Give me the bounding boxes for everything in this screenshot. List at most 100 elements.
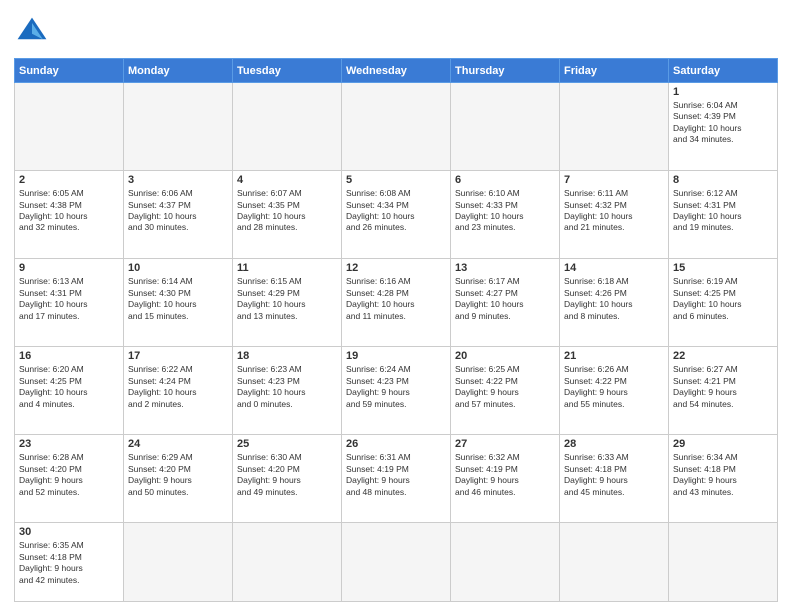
- calendar-header-sunday: Sunday: [15, 59, 124, 83]
- day-number: 14: [564, 262, 664, 274]
- calendar-header-wednesday: Wednesday: [342, 59, 451, 83]
- calendar: SundayMondayTuesdayWednesdayThursdayFrid…: [14, 58, 778, 602]
- day-number: 28: [564, 438, 664, 450]
- day-info: Sunrise: 6:31 AM Sunset: 4:19 PM Dayligh…: [346, 452, 446, 498]
- day-number: 15: [673, 262, 773, 274]
- calendar-cell: 29Sunrise: 6:34 AM Sunset: 4:18 PM Dayli…: [669, 435, 778, 523]
- calendar-cell: 25Sunrise: 6:30 AM Sunset: 4:20 PM Dayli…: [233, 435, 342, 523]
- calendar-week-row: 23 Sunrise: 6:28 AM Sunset: 4:20 PM Dayli…: [15, 435, 778, 523]
- header: [14, 14, 778, 50]
- calendar-header-thursday: Thursday: [451, 59, 560, 83]
- day-info: Sunrise: 6:24 AM Sunset: 4:23 PM Dayligh…: [346, 364, 446, 410]
- day-info: Sunrise: 6:20 AM Sunset: 4:25 PM Dayligh…: [19, 364, 119, 410]
- day-info: Sunrise: 6:27 AM Sunset: 4:21 PM Dayligh…: [673, 364, 773, 410]
- calendar-cell: 16 Sunrise: 6:20 AM Sunset: 4:25 PM Dayli…: [15, 347, 124, 435]
- day-number: 26: [346, 438, 446, 450]
- day-info: Sunrise: 6:14 AM Sunset: 4:30 PM Dayligh…: [128, 276, 228, 322]
- day-number: 21: [564, 350, 664, 362]
- day-number: 8: [673, 174, 773, 186]
- day-number: 30: [19, 526, 119, 538]
- calendar-cell: 24 Sunrise: 6:29 AM Sunset: 4:20 PM Dayli…: [124, 435, 233, 523]
- calendar-cell: 21 Sunrise: 6:26 AM Sunset: 4:22 PM Dayli…: [560, 347, 669, 435]
- calendar-cell: 1Sunrise: 6:04 AM Sunset: 4:39 PM Daylig…: [669, 83, 778, 171]
- day-info: Sunrise: 6:22 AM Sunset: 4:24 PM Dayligh…: [128, 364, 228, 410]
- day-number: 27: [455, 438, 555, 450]
- calendar-header-row: SundayMondayTuesdayWednesdayThursdayFrid…: [15, 59, 778, 83]
- calendar-header-monday: Monday: [124, 59, 233, 83]
- day-number: 11: [237, 262, 337, 274]
- calendar-cell: [233, 523, 342, 602]
- calendar-cell: 26 Sunrise: 6:31 AM Sunset: 4:19 PM Dayli…: [342, 435, 451, 523]
- calendar-cell: 19 Sunrise: 6:24 AM Sunset: 4:23 PM Dayli…: [342, 347, 451, 435]
- calendar-header-friday: Friday: [560, 59, 669, 83]
- page: SundayMondayTuesdayWednesdayThursdayFrid…: [0, 0, 792, 612]
- day-info: Sunrise: 6:12 AM Sunset: 4:31 PM Dayligh…: [673, 188, 773, 234]
- day-info: Sunrise: 6:28 AM Sunset: 4:20 PM Dayligh…: [19, 452, 119, 498]
- day-number: 9: [19, 262, 119, 274]
- calendar-cell: 23 Sunrise: 6:28 AM Sunset: 4:20 PM Dayli…: [15, 435, 124, 523]
- day-info: Sunrise: 6:32 AM Sunset: 4:19 PM Dayligh…: [455, 452, 555, 498]
- calendar-cell: [669, 523, 778, 602]
- day-number: 18: [237, 350, 337, 362]
- day-info: Sunrise: 6:26 AM Sunset: 4:22 PM Dayligh…: [564, 364, 664, 410]
- day-info: Sunrise: 6:18 AM Sunset: 4:26 PM Dayligh…: [564, 276, 664, 322]
- day-number: 24: [128, 438, 228, 450]
- day-info: Sunrise: 6:06 AM Sunset: 4:37 PM Dayligh…: [128, 188, 228, 234]
- calendar-cell: [342, 83, 451, 171]
- calendar-cell: 14 Sunrise: 6:18 AM Sunset: 4:26 PM Dayli…: [560, 259, 669, 347]
- day-info: Sunrise: 6:25 AM Sunset: 4:22 PM Dayligh…: [455, 364, 555, 410]
- day-info: Sunrise: 6:07 AM Sunset: 4:35 PM Dayligh…: [237, 188, 337, 234]
- calendar-cell: 10 Sunrise: 6:14 AM Sunset: 4:30 PM Dayli…: [124, 259, 233, 347]
- day-number: 4: [237, 174, 337, 186]
- logo-icon: [14, 14, 50, 50]
- day-number: 22: [673, 350, 773, 362]
- calendar-cell: [560, 523, 669, 602]
- day-info: Sunrise: 6:29 AM Sunset: 4:20 PM Dayligh…: [128, 452, 228, 498]
- day-info: Sunrise: 6:19 AM Sunset: 4:25 PM Dayligh…: [673, 276, 773, 322]
- calendar-cell: 13 Sunrise: 6:17 AM Sunset: 4:27 PM Dayli…: [451, 259, 560, 347]
- calendar-cell: [15, 83, 124, 171]
- calendar-cell: 20 Sunrise: 6:25 AM Sunset: 4:22 PM Dayli…: [451, 347, 560, 435]
- day-number: 12: [346, 262, 446, 274]
- calendar-cell: 7 Sunrise: 6:11 AM Sunset: 4:32 PM Daylig…: [560, 171, 669, 259]
- day-number: 20: [455, 350, 555, 362]
- day-info: Sunrise: 6:23 AM Sunset: 4:23 PM Dayligh…: [237, 364, 337, 410]
- day-number: 17: [128, 350, 228, 362]
- day-number: 25: [237, 438, 337, 450]
- day-info: Sunrise: 6:35 AM Sunset: 4:18 PM Dayligh…: [19, 540, 119, 586]
- calendar-cell: 15 Sunrise: 6:19 AM Sunset: 4:25 PM Dayli…: [669, 259, 778, 347]
- day-number: 13: [455, 262, 555, 274]
- calendar-cell: 18 Sunrise: 6:23 AM Sunset: 4:23 PM Dayli…: [233, 347, 342, 435]
- calendar-cell: [124, 523, 233, 602]
- calendar-cell: 9Sunrise: 6:13 AM Sunset: 4:31 PM Daylig…: [15, 259, 124, 347]
- calendar-week-row: 2 Sunrise: 6:05 AM Sunset: 4:38 PM Daylig…: [15, 171, 778, 259]
- day-number: 23: [19, 438, 119, 450]
- calendar-cell: [342, 523, 451, 602]
- calendar-cell: 22 Sunrise: 6:27 AM Sunset: 4:21 PM Dayli…: [669, 347, 778, 435]
- calendar-cell: 3 Sunrise: 6:06 AM Sunset: 4:37 PM Daylig…: [124, 171, 233, 259]
- calendar-cell: 30 Sunrise: 6:35 AM Sunset: 4:18 PM Dayli…: [15, 523, 124, 602]
- day-info: Sunrise: 6:10 AM Sunset: 4:33 PM Dayligh…: [455, 188, 555, 234]
- calendar-cell: 4 Sunrise: 6:07 AM Sunset: 4:35 PM Daylig…: [233, 171, 342, 259]
- day-info: Sunrise: 6:11 AM Sunset: 4:32 PM Dayligh…: [564, 188, 664, 234]
- calendar-cell: 27 Sunrise: 6:32 AM Sunset: 4:19 PM Dayli…: [451, 435, 560, 523]
- calendar-cell: 12Sunrise: 6:16 AM Sunset: 4:28 PM Dayli…: [342, 259, 451, 347]
- day-number: 7: [564, 174, 664, 186]
- day-info: Sunrise: 6:05 AM Sunset: 4:38 PM Dayligh…: [19, 188, 119, 234]
- logo: [14, 14, 54, 50]
- day-info: Sunrise: 6:15 AM Sunset: 4:29 PM Dayligh…: [237, 276, 337, 322]
- calendar-header-tuesday: Tuesday: [233, 59, 342, 83]
- calendar-cell: [451, 83, 560, 171]
- day-number: 10: [128, 262, 228, 274]
- calendar-cell: 28Sunrise: 6:33 AM Sunset: 4:18 PM Dayli…: [560, 435, 669, 523]
- calendar-week-row: 16 Sunrise: 6:20 AM Sunset: 4:25 PM Dayli…: [15, 347, 778, 435]
- day-number: 3: [128, 174, 228, 186]
- calendar-cell: [451, 523, 560, 602]
- day-number: 1: [673, 86, 773, 98]
- day-info: Sunrise: 6:17 AM Sunset: 4:27 PM Dayligh…: [455, 276, 555, 322]
- calendar-cell: 6Sunrise: 6:10 AM Sunset: 4:33 PM Daylig…: [451, 171, 560, 259]
- calendar-week-row: 1Sunrise: 6:04 AM Sunset: 4:39 PM Daylig…: [15, 83, 778, 171]
- day-number: 2: [19, 174, 119, 186]
- day-number: 16: [19, 350, 119, 362]
- day-number: 19: [346, 350, 446, 362]
